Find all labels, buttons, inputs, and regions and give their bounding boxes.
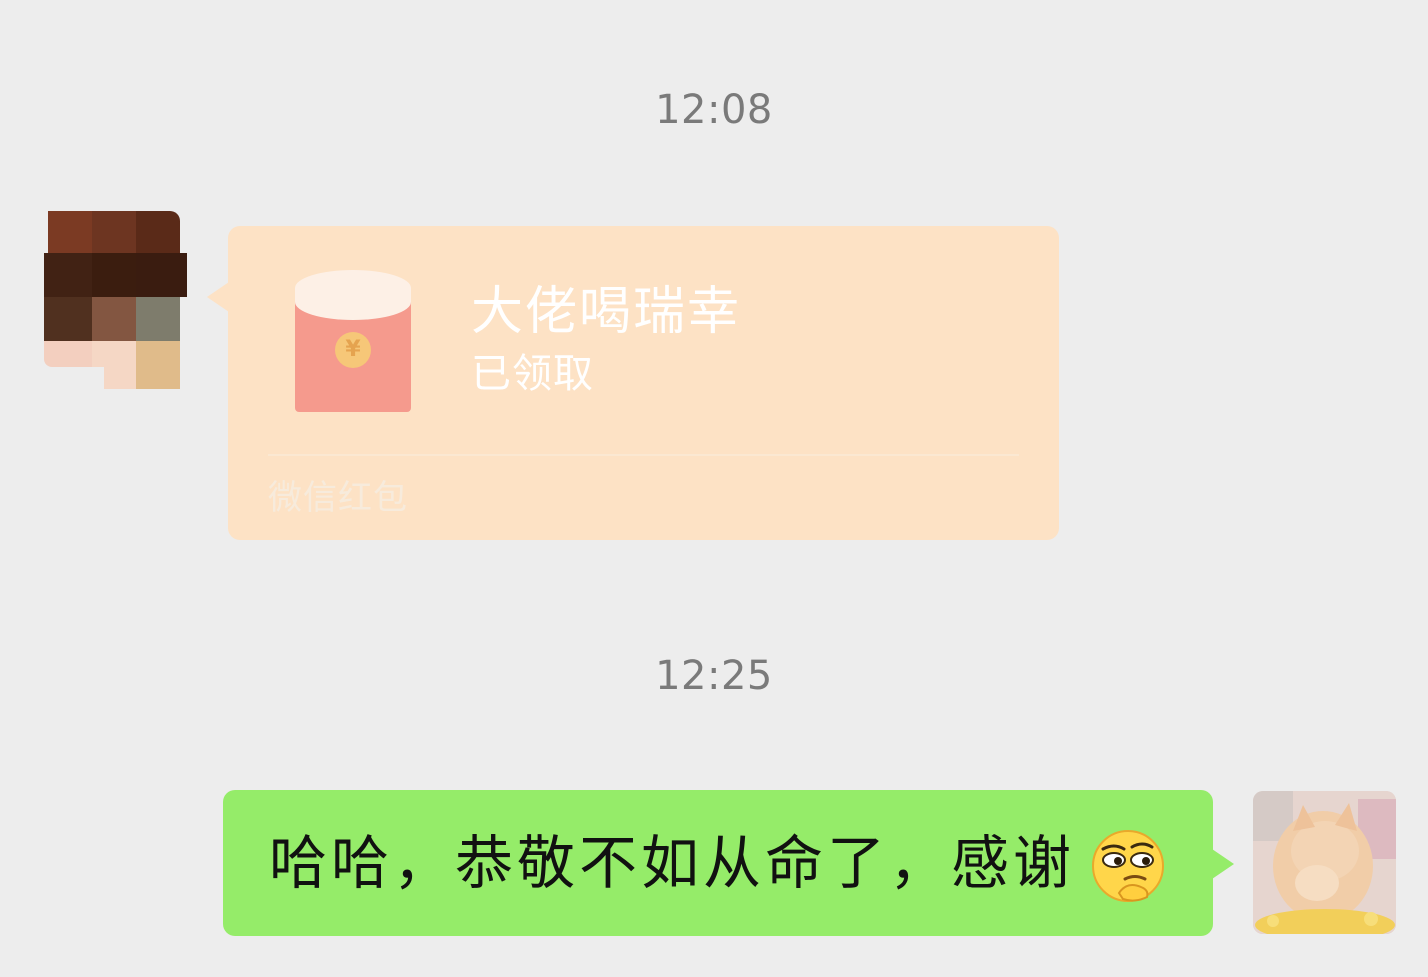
red-packet-status: 已领取 xyxy=(471,351,594,397)
avatar-pixel xyxy=(136,341,180,389)
avatar-pixel xyxy=(92,297,136,341)
kitten-avatar-image xyxy=(1253,791,1396,934)
bubble-tail xyxy=(1212,849,1234,879)
contact-avatar[interactable] xyxy=(44,211,187,389)
envelope-flap xyxy=(295,270,411,320)
coin-icon: ¥ xyxy=(335,332,371,368)
avatar-pixel xyxy=(44,341,92,367)
avatar-pixel xyxy=(48,211,92,253)
avatar-pixel xyxy=(104,367,136,389)
divider xyxy=(268,454,1019,456)
avatar-pixel xyxy=(136,297,180,341)
red-packet-message[interactable]: ¥ 大佬喝瑞幸 已领取 微信红包 xyxy=(228,226,1059,540)
red-packet-title: 大佬喝瑞幸 xyxy=(471,282,742,342)
bubble-tail xyxy=(207,282,229,312)
outgoing-message-bubble[interactable]: 哈哈，恭敬不如从命了，感谢 xyxy=(223,790,1213,936)
avatar-pixel xyxy=(136,253,187,297)
timestamp: 12:25 xyxy=(655,653,773,699)
avatar-pixel xyxy=(92,341,136,367)
avatar-pixel xyxy=(136,211,180,253)
timestamp: 12:08 xyxy=(655,87,773,133)
message-text: 哈哈，恭敬不如从命了，感谢 xyxy=(269,829,1076,897)
avatar-pixel xyxy=(44,253,92,297)
avatar-pixel xyxy=(92,253,136,297)
my-avatar[interactable] xyxy=(1253,791,1396,934)
red-envelope-icon: ¥ xyxy=(295,270,411,412)
red-packet-footer: 微信红包 xyxy=(268,478,408,518)
avatar-pixel xyxy=(44,297,92,341)
avatar-pixel xyxy=(92,211,136,253)
smirk-thinking-emoji-icon xyxy=(1092,830,1164,902)
